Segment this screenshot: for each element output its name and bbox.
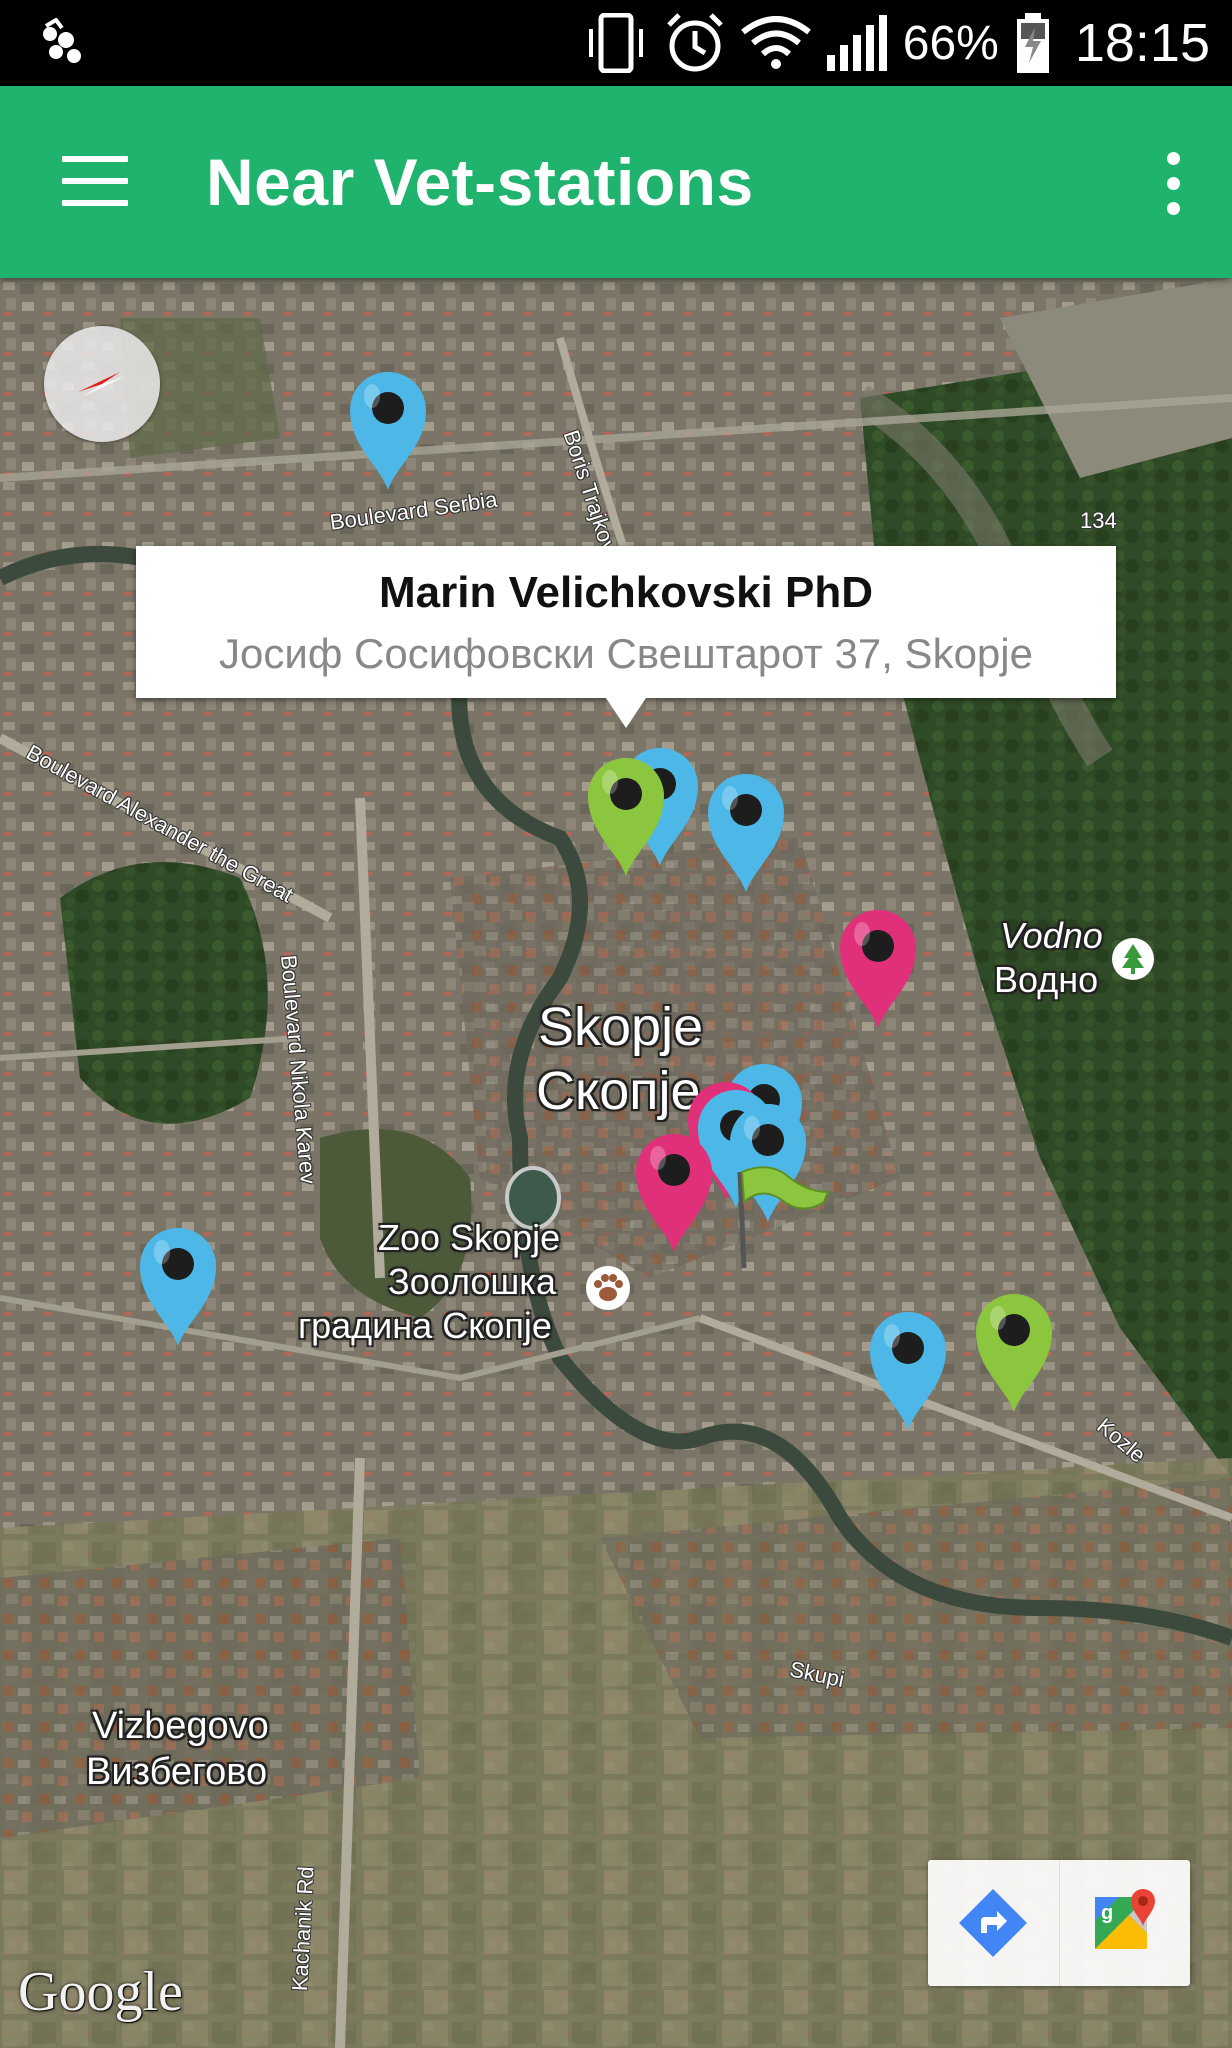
place-label-vodno-cyrillic: Водно (994, 959, 1099, 1000)
zoo-paw-icon (586, 1266, 630, 1310)
app-bar: Near Vet-stations (0, 86, 1232, 278)
battery-percentage: 66% (902, 16, 999, 70)
svg-text:g: g (1101, 1902, 1113, 1924)
vet-marker-pink[interactable] (632, 1130, 716, 1254)
info-window-address: Јосиф Сосифовски Свештарот 37, Skopje (219, 630, 1033, 677)
google-maps-icon: g (1094, 1889, 1155, 1949)
place-label-skopje: Skopje (538, 997, 704, 1057)
place-label-vodno: Vodno (1000, 915, 1103, 956)
compass-button[interactable] (44, 326, 160, 442)
vet-marker-green[interactable] (972, 1290, 1056, 1414)
overflow-menu-icon[interactable] (1158, 152, 1188, 216)
status-bar: 66% 18:15 (0, 0, 1232, 86)
place-label-zoo: Zoo Skopje (378, 1217, 561, 1258)
place-label-zoo-cyrillic-2: градина Скопје (298, 1305, 552, 1346)
directions-icon (959, 1889, 1028, 1957)
battery-icon (1013, 11, 1053, 75)
road-label-134: 134 (1080, 508, 1117, 533)
open-in-maps-button[interactable]: g (1058, 1860, 1191, 1986)
menu-icon[interactable] (62, 156, 128, 206)
marker-info-window[interactable]: Marin Velichkovski PhD Јосиф Сосифовски … (136, 546, 1116, 728)
vet-marker-blue[interactable] (346, 368, 430, 492)
vet-marker-green-selected[interactable] (584, 754, 668, 878)
compass-icon (78, 372, 126, 396)
signal-icon (825, 13, 889, 73)
place-label-vizbegovo-cyrillic: Визбегово (86, 1751, 268, 1793)
vet-marker-blue[interactable] (704, 770, 788, 894)
page-title: Near Vet-stations (206, 145, 754, 219)
place-label-zoo-cyrillic-1: Зоолошка (388, 1261, 556, 1302)
vibrate-icon (587, 13, 649, 73)
map-view[interactable]: Boulevard Serbia Boris Trajkovski Boulev… (0, 278, 1232, 2048)
place-label-skopje-cyrillic: Скопје (536, 1061, 701, 1121)
app-notification-icon (36, 17, 92, 68)
clock: 18:15 (1074, 13, 1210, 73)
place-label-vizbegovo: Vizbegovo (92, 1705, 269, 1747)
wifi-icon (740, 16, 811, 70)
vet-marker-blue[interactable] (866, 1308, 950, 1432)
google-attribution: Google (18, 1961, 183, 2023)
directions-button[interactable] (928, 1860, 1059, 1986)
vet-marker-blue[interactable] (136, 1224, 220, 1348)
alarm-icon (663, 11, 727, 75)
map-toolbar: g (928, 1860, 1190, 1986)
vet-marker-pink[interactable] (836, 906, 920, 1030)
info-window-title: Marin Velichkovski PhD (379, 568, 873, 617)
park-tree-icon (1112, 938, 1154, 980)
user-location-flag-icon[interactable] (730, 1162, 830, 1272)
